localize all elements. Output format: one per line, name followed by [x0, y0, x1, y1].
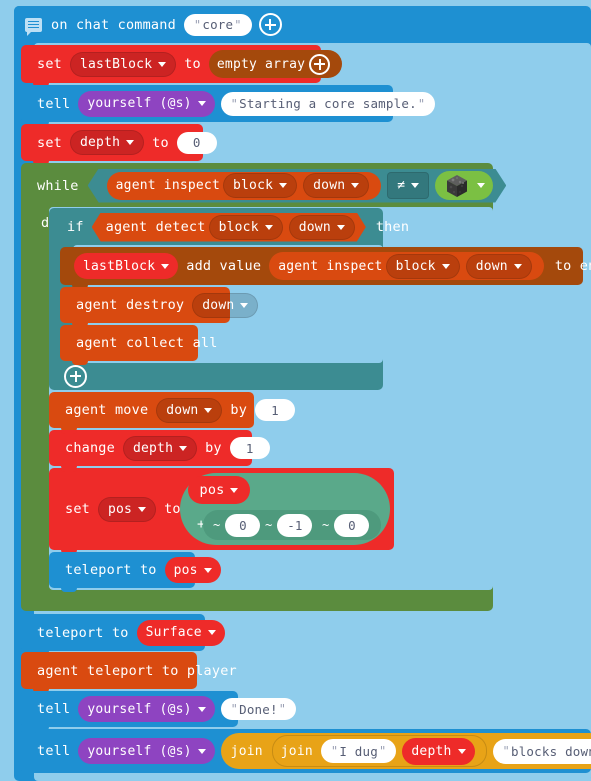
teleport-to-surface-block[interactable]: teleport to Surface	[21, 614, 225, 655]
agent-move-label: agent move	[65, 402, 149, 418]
agent-teleport-label: agent teleport to player	[37, 662, 237, 679]
tell-done-block[interactable]: tell yourself (@s) " Done! "	[21, 691, 297, 731]
set-label: set	[37, 56, 62, 72]
join-inner-reporter[interactable]: join " I dug " depth	[271, 735, 487, 767]
join-outer-reporter[interactable]: join join "I dug " depth " blocks down!"	[220, 733, 591, 769]
if-block-footer[interactable]	[49, 362, 383, 390]
teleport-to-pos-block[interactable]: teleport to pos	[49, 552, 221, 592]
inspect-direction-dropdown-2[interactable]: down	[465, 253, 532, 279]
move-by-label: by	[230, 402, 248, 418]
blocks-workspace[interactable]: on chat command " core " set lastBlock to …	[0, 0, 591, 781]
if-label: if	[67, 219, 84, 235]
agent-destroy-block[interactable]: agent destroy down	[60, 287, 259, 327]
inspect-direction-dropdown-1[interactable]: down	[303, 173, 369, 198]
detect-kind-dropdown[interactable]: block	[209, 215, 283, 240]
if-then-header[interactable]: if agent detect block down then	[49, 208, 409, 246]
set-pos-label: set	[65, 501, 90, 517]
depth-variable-dropdown[interactable]: depth	[69, 130, 145, 155]
join-text-1[interactable]: " I dug "	[320, 739, 397, 763]
change-label: change	[65, 440, 115, 456]
pos-base-variable[interactable]: pos	[188, 476, 250, 504]
tell-label: tell	[37, 95, 71, 112]
while-loop-header[interactable]: while agent inspect block down ≠	[21, 163, 493, 208]
lastblock-variable-dropdown[interactable]: lastBlock	[69, 51, 177, 77]
tell-done-label: tell	[37, 701, 71, 717]
agent-destroy-label: agent destroy	[76, 297, 185, 313]
tell-start-block[interactable]: tell yourself (@s) " Starting a core samp…	[21, 85, 436, 126]
coord-y-input[interactable]: -1	[277, 513, 313, 537]
change-amount-input[interactable]: 1	[229, 437, 270, 459]
block-type-picker[interactable]	[435, 171, 493, 200]
to-label: to	[184, 56, 201, 72]
change-by-label: by	[205, 440, 222, 456]
agent-inspect-reporter-2[interactable]: agent inspect block down	[269, 252, 544, 280]
join-text-2[interactable]: " blocks down!"	[492, 738, 591, 764]
agent-collect-block[interactable]: agent collect all	[60, 325, 217, 365]
teleport-surface-label: teleport to	[37, 624, 129, 641]
agent-collect-label: agent collect all	[76, 335, 218, 351]
then-label: then	[375, 219, 410, 235]
agent-teleport-to-player-block[interactable]: agent teleport to player	[21, 652, 237, 693]
coord-x-input[interactable]: 0	[225, 513, 261, 537]
teleport-surface-target[interactable]: Surface	[136, 619, 225, 646]
tell-summary-target[interactable]: yourself (@s)	[78, 738, 215, 764]
coord-z-input[interactable]: 0	[334, 513, 370, 537]
join-depth-variable[interactable]: depth	[402, 737, 475, 765]
chat-command-value[interactable]: " core "	[183, 13, 252, 36]
tell-target-dropdown[interactable]: yourself (@s)	[78, 90, 215, 117]
tell-done-message[interactable]: " Done! "	[220, 698, 297, 720]
set-label-depth: set	[37, 134, 62, 151]
coord-y[interactable]: ~ -1	[263, 512, 321, 538]
destroy-direction-dropdown[interactable]: down	[192, 292, 259, 318]
coord-z[interactable]: ~ 0	[320, 512, 372, 538]
add-parameter-icon[interactable]	[258, 13, 282, 36]
to-label-depth: to	[152, 134, 169, 151]
set-depth-block[interactable]: set depth to 0	[21, 124, 217, 165]
while-label: while	[37, 177, 79, 194]
move-distance-input[interactable]: 1	[255, 399, 296, 421]
while-condition-compare[interactable]: agent inspect block down ≠	[88, 169, 507, 203]
inspect-kind-dropdown-2[interactable]: block	[385, 253, 460, 279]
coord-y-prefix: ~	[265, 518, 273, 532]
coord-z-prefix: ~	[322, 518, 330, 532]
coord-x-prefix: ~	[213, 518, 221, 532]
set-lastblock-block[interactable]: set lastBlock to empty array	[21, 45, 343, 87]
teleport-pos-target[interactable]: pos	[164, 557, 221, 583]
agent-inspect-reporter-1[interactable]: agent inspect block down	[107, 172, 382, 200]
add-value-label: add value	[186, 258, 262, 274]
on-chat-command-header[interactable]: on chat command " core "	[14, 6, 282, 43]
change-depth-block[interactable]: change depth by 1	[49, 430, 270, 470]
teleport-pos-label: teleport to	[65, 562, 157, 578]
tell-summary-label: tell	[37, 743, 71, 759]
tell-start-message[interactable]: " Starting a core sample. "	[220, 91, 436, 116]
minecraft-block-icon	[445, 174, 469, 198]
change-depth-dropdown[interactable]: depth	[122, 435, 198, 461]
pos-variable-dropdown[interactable]: pos	[97, 496, 157, 522]
tell-done-target[interactable]: yourself (@s)	[78, 696, 215, 722]
detect-direction-dropdown[interactable]: down	[289, 215, 355, 240]
move-direction-dropdown[interactable]: down	[156, 397, 223, 423]
array-variable-dropdown[interactable]: lastBlock	[74, 253, 179, 279]
array-add-item-icon[interactable]	[309, 53, 331, 75]
comparison-operator-dropdown[interactable]: ≠	[387, 172, 429, 199]
chat-icon	[25, 17, 42, 36]
if-condition-agent-detect[interactable]: agent detect block down	[92, 213, 366, 242]
depth-value-input[interactable]: 0	[176, 131, 217, 154]
inspect-kind-dropdown-1[interactable]: block	[223, 173, 297, 198]
agent-move-block[interactable]: agent move down by 1	[49, 392, 296, 432]
if-add-else-icon[interactable]	[64, 364, 87, 388]
empty-array-reporter[interactable]: empty array	[208, 50, 343, 78]
to-end-label: to end	[554, 258, 591, 274]
tell-summary-block[interactable]: tell yourself (@s) join join " I dug " de…	[21, 729, 591, 773]
array-add-value-block[interactable]: lastBlock add value agent inspect block …	[60, 247, 591, 289]
on-chat-command-label: on chat command	[51, 16, 176, 33]
coord-x[interactable]: ~ 0	[211, 512, 263, 538]
